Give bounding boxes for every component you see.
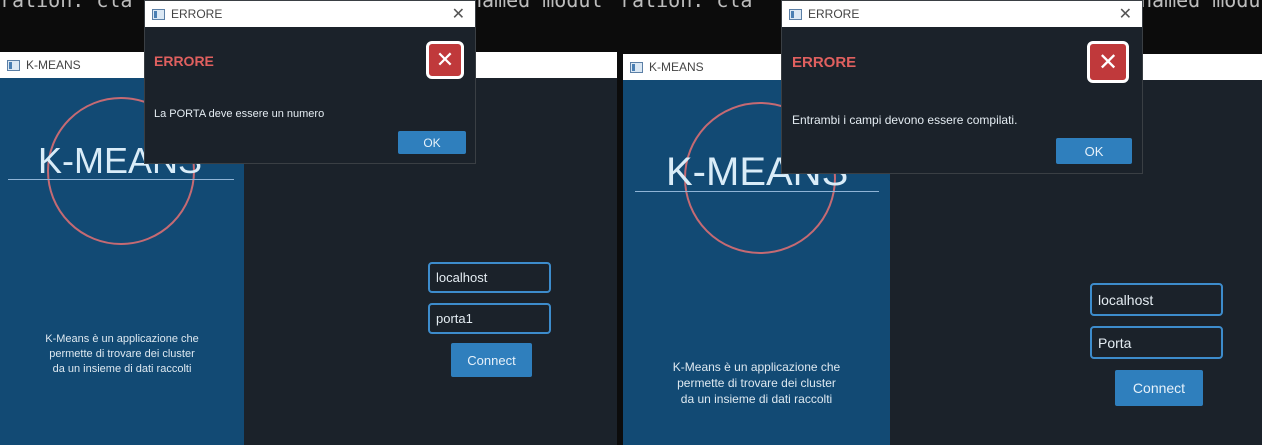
console-text: ration: cla [620,0,753,12]
error-dialog-left: ERRORE ✕ ERRORE ✕ La PORTA deve essere u… [144,0,476,164]
dialog-titlebar[interactable]: ERRORE ✕ [145,1,475,27]
error-x-icon: ✕ [426,41,464,79]
app-description: K-Means è un applicazione che permette d… [672,360,841,407]
connect-button[interactable]: Connect [451,343,532,377]
logo-underline [635,191,879,192]
window-title: K-MEANS [26,58,81,72]
dialog-window-title: ERRORE [171,7,223,21]
dialog-heading: ERRORE [792,54,857,71]
logo-underline [8,179,234,180]
connect-button[interactable]: Connect [1115,370,1203,406]
error-x-icon: ✕ [1087,41,1129,83]
ok-button[interactable]: OK [1056,138,1132,164]
window-app-icon [630,61,643,73]
window-app-icon [7,59,20,71]
error-dialog-right: ERRORE ✕ ERRORE ✕ Entrambi i campi devon… [781,0,1143,174]
window-app-icon [152,8,165,20]
dialog-titlebar[interactable]: ERRORE ✕ [782,1,1142,27]
host-input[interactable]: localhost [1090,283,1223,316]
app-description: K-Means è un applicazione che permette d… [45,333,199,375]
dialog-message: Entrambi i campi devono essere compilati… [792,113,1018,127]
ok-button[interactable]: OK [398,131,466,154]
window-title: K-MEANS [649,60,704,74]
port-input[interactable]: Porta [1090,326,1223,359]
console-text: named modu [1140,0,1261,12]
port-input[interactable]: porta1 [428,303,551,334]
host-input[interactable]: localhost [428,262,551,293]
dialog-heading: ERRORE [154,53,214,69]
dialog-window-title: ERRORE [808,7,860,21]
close-icon[interactable]: ✕ [1119,4,1132,24]
console-text: named modul [470,0,603,12]
console-text: ration: cla [0,0,133,12]
dialog-message: La PORTA deve essere un numero [154,108,325,120]
window-app-icon [789,8,802,20]
close-icon[interactable]: ✕ [452,4,465,24]
